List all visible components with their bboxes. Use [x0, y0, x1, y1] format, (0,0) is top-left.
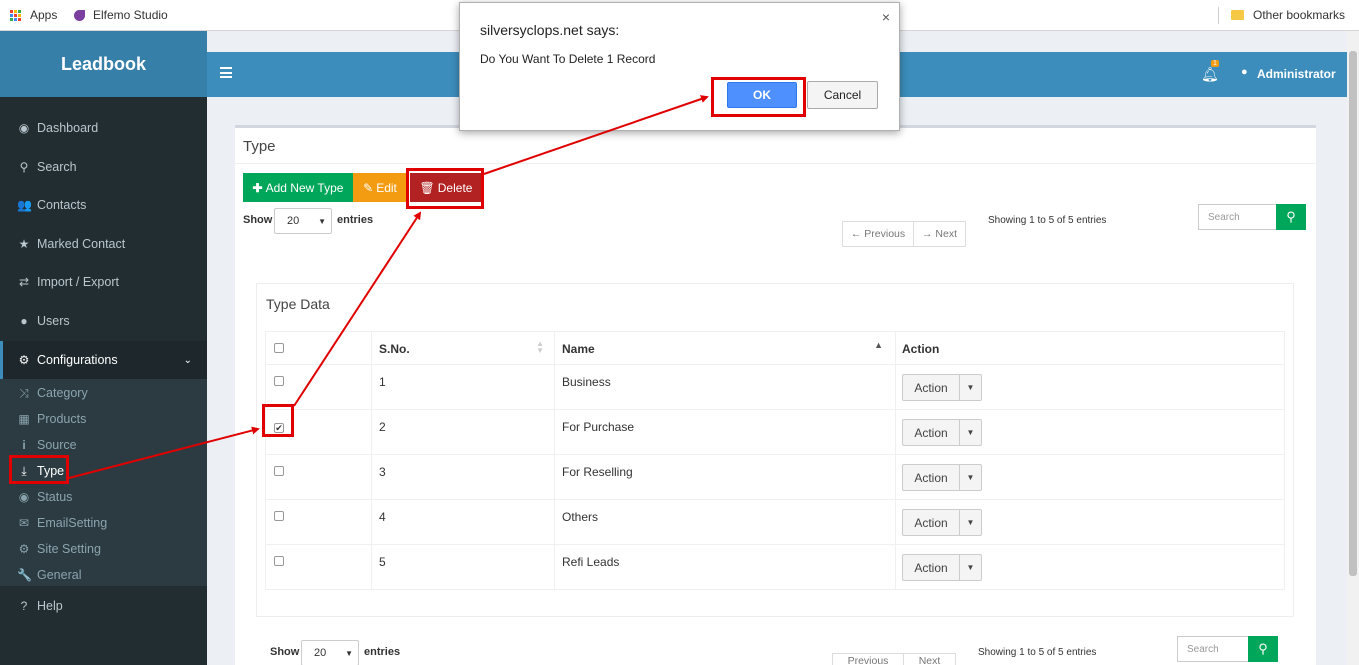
annotation-arrows [68, 95, 709, 479]
arrow-type-to-checkbox [68, 426, 260, 479]
arrow-delete-to-ok [483, 95, 709, 175]
arrow-checkbox-to-delete [293, 211, 422, 407]
